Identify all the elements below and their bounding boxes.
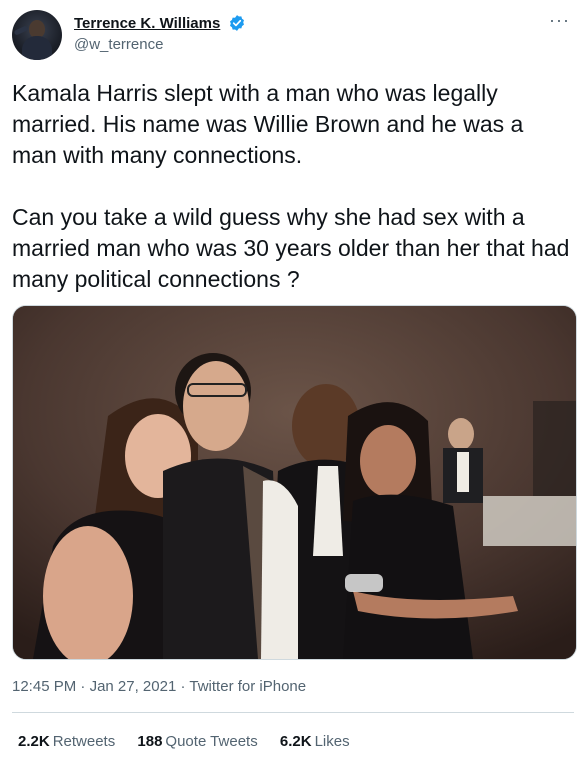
tweet-meta: 12:45 PM · Jan 27, 2021 · Twitter for iP…	[12, 678, 306, 695]
retweets-label: Retweets	[52, 733, 116, 750]
photo-illustration	[13, 306, 576, 659]
ellipsis-icon[interactable]: ···	[549, 10, 570, 31]
tweet-date[interactable]: Jan 27, 2021	[90, 678, 177, 695]
tweet-time[interactable]: 12:45 PM	[12, 678, 76, 695]
author-display-name[interactable]: Terrence K. Williams	[74, 15, 220, 32]
meta-separator-1: ·	[80, 678, 86, 695]
tweet-text: Kamala Harris slept with a man who was l…	[12, 80, 570, 292]
quotes-count: 188	[137, 733, 163, 750]
tweet-stats: 2.2K Retweets 188 Quote Tweets 6.2K Likes	[18, 733, 368, 750]
author-handle[interactable]: @w_terrence	[74, 36, 246, 53]
retweets-stat[interactable]: 2.2K Retweets	[18, 733, 115, 750]
likes-stat[interactable]: 6.2K Likes	[280, 733, 350, 750]
quotes-label: Quote Tweets	[165, 733, 258, 750]
avatar-figure-body	[22, 36, 52, 60]
avatar-figure-arm	[13, 25, 29, 36]
meta-separator-2: ·	[180, 678, 186, 695]
tweet-header: Terrence K. Williams @w_terrence ···	[10, 8, 576, 64]
quote-tweets-stat[interactable]: 188 Quote Tweets	[137, 733, 257, 750]
verified-badge-icon	[229, 15, 244, 31]
likes-label: Likes	[314, 733, 350, 750]
author-names: Terrence K. Williams @w_terrence	[74, 14, 246, 53]
profile-avatar[interactable]	[12, 10, 62, 60]
likes-count: 6.2K	[279, 733, 312, 750]
embedded-photo[interactable]	[12, 305, 577, 660]
retweets-count: 2.2K	[18, 733, 50, 750]
divider	[12, 712, 574, 713]
tweet-source[interactable]: Twitter for iPhone	[189, 678, 306, 695]
